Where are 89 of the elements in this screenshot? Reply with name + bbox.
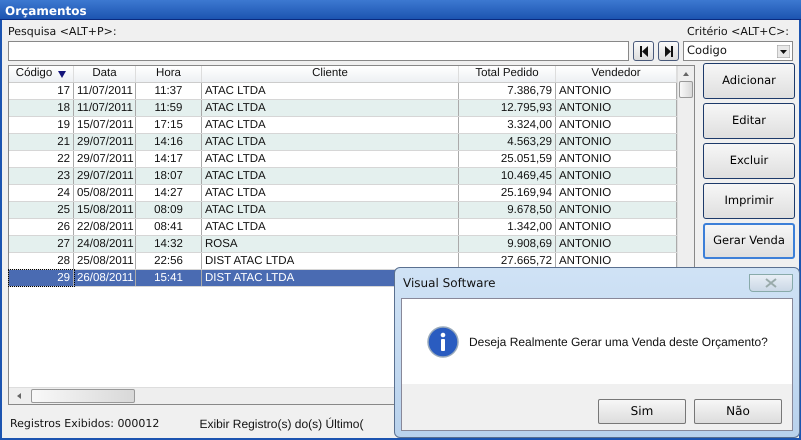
table-cell: 11/07/2011 (74, 83, 136, 99)
table-cell: 25.169,94 (459, 185, 556, 201)
table-cell: 22/08/2011 (74, 219, 136, 235)
display-filter-label: Exibir Registro(s) do(s) Último( (199, 416, 364, 433)
table-cell: 14:32 (136, 236, 202, 252)
table-cell: 9.678,50 (459, 202, 556, 218)
table-cell: 23 (9, 168, 74, 184)
search-label: Pesquisa <ALT+P>: (8, 24, 117, 40)
table-cell: 12.795,93 (459, 100, 556, 116)
table-cell: 25 (9, 202, 74, 218)
table-cell: 26 (9, 219, 74, 235)
table-cell: 29/07/2011 (74, 151, 136, 167)
table-cell: ATAC LTDA (202, 151, 459, 167)
scroll-up-icon (682, 70, 690, 78)
table-cell: 15:41 (136, 270, 202, 286)
action-button[interactable]: Excluir (703, 143, 795, 179)
criteria-label: Critério <ALT+C>: (686, 24, 789, 40)
search-field[interactable] (8, 41, 629, 61)
table-cell: ATAC LTDA (202, 168, 459, 184)
scroll-thumb[interactable] (679, 81, 693, 98)
records-count: Registros Exibidos: 000012 (10, 416, 160, 432)
table-cell: 11/07/2011 (74, 100, 136, 116)
skip-first-icon (638, 46, 648, 56)
table-cell: 15/08/2011 (74, 202, 136, 218)
action-button[interactable]: Imprimir (703, 183, 795, 219)
scroll-thumb[interactable] (31, 389, 135, 403)
action-button[interactable]: Adicionar (703, 63, 795, 99)
action-button[interactable]: Gerar Venda (703, 223, 795, 259)
table-cell: 24 (9, 185, 74, 201)
column-header[interactable]: Hora (136, 66, 202, 82)
table-cell: 08:41 (136, 219, 202, 235)
dialog-message: Deseja Realmente Gerar uma Venda deste Orçamento? (469, 334, 768, 350)
table-cell: 7.386,79 (459, 83, 556, 99)
close-icon (765, 278, 777, 288)
table-cell: 4.563,29 (459, 134, 556, 150)
table-cell: ATAC LTDA (202, 185, 459, 201)
table-cell: 1.342,00 (459, 219, 556, 235)
last-record-button[interactable] (658, 41, 679, 61)
dialog-button[interactable]: Não (694, 398, 782, 424)
action-button[interactable]: Editar (703, 103, 795, 139)
table-cell: 29 (9, 270, 74, 286)
table-cell: 9.908,69 (459, 236, 556, 252)
table-cell: 17:15 (136, 117, 202, 133)
column-header[interactable]: Cliente (202, 66, 459, 82)
scroll-left-icon (15, 392, 23, 400)
table-cell: 29/07/2011 (74, 168, 136, 184)
table-cell: 17 (9, 83, 74, 99)
table-cell: 18 (9, 100, 74, 116)
first-record-button[interactable] (633, 41, 654, 61)
table-cell: 11:37 (136, 83, 202, 99)
table-cell: 14:16 (136, 134, 202, 150)
skip-last-icon (664, 46, 674, 56)
table-cell: ATAC LTDA (202, 83, 459, 99)
criteria-dropdown[interactable]: Codigo (683, 41, 793, 61)
table-cell: ATAC LTDA (202, 202, 459, 218)
table-cell: 25/08/2011 (74, 253, 136, 269)
dialog-button[interactable]: Sim (598, 398, 686, 424)
table-cell: 25.051,59 (459, 151, 556, 167)
dropdown-arrow-icon (777, 44, 790, 58)
table-cell: 05/08/2011 (74, 185, 136, 201)
close-button[interactable] (749, 274, 793, 292)
info-icon (427, 326, 459, 358)
table-cell: 14:27 (136, 185, 202, 201)
table-cell: 28 (9, 253, 74, 269)
window-title: Orçamentos (0, 0, 801, 20)
sort-descending-icon (58, 70, 66, 78)
table-cell: 24/08/2011 (74, 236, 136, 252)
column-header[interactable]: Data (74, 66, 136, 82)
table-cell: 26/08/2011 (74, 270, 136, 286)
table-cell: 14:17 (136, 151, 202, 167)
table-cell: 21 (9, 134, 74, 150)
table-cell: ROSA (202, 236, 459, 252)
table-cell: ATAC LTDA (202, 219, 459, 235)
table-cell: 22:56 (136, 253, 202, 269)
table-cell: 11:59 (136, 100, 202, 116)
table-cell: ATAC LTDA (202, 134, 459, 150)
table-cell: 3.324,00 (459, 117, 556, 133)
table-cell: 15/07/2011 (74, 117, 136, 133)
column-header[interactable]: Código (9, 66, 74, 82)
table-cell: 22 (9, 151, 74, 167)
table-cell: ATAC LTDA (202, 117, 459, 133)
table-cell: 18:07 (136, 168, 202, 184)
table-cell: 27 (9, 236, 74, 252)
column-header[interactable]: Total Pedido (459, 66, 556, 82)
table-cell: ATAC LTDA (202, 100, 459, 116)
table-cell: 08:09 (136, 202, 202, 218)
table-cell: 29/07/2011 (74, 134, 136, 150)
table-cell: 10.469,45 (459, 168, 556, 184)
table-cell: 19 (9, 117, 74, 133)
